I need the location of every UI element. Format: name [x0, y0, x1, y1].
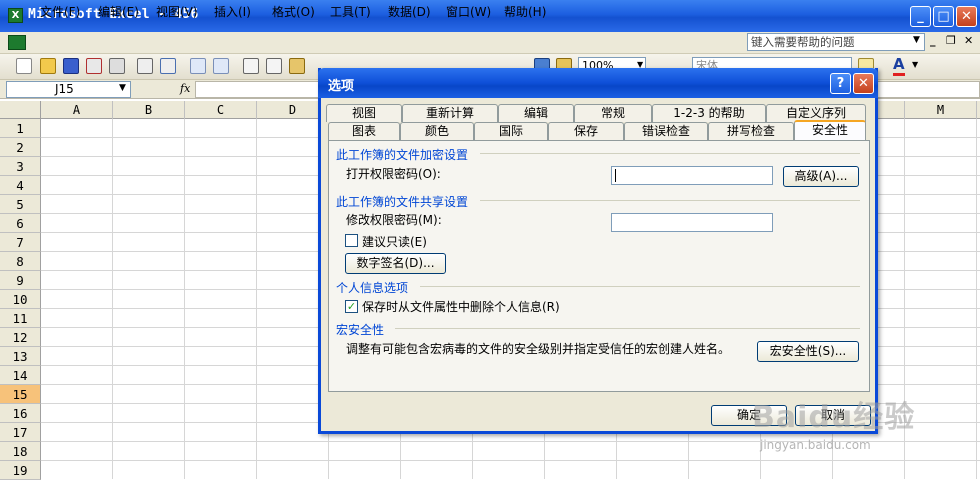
row-header-15[interactable]: 15: [0, 385, 41, 404]
tab-edit[interactable]: 编辑: [498, 104, 574, 122]
row-header-8[interactable]: 8: [0, 252, 41, 271]
row-header-5[interactable]: 5: [0, 195, 41, 214]
remove-info-label: 保存时从文件属性中删除个人信息(R): [362, 300, 560, 314]
tab-spelling[interactable]: 拼写检查: [708, 122, 794, 140]
menu-insert[interactable]: 插入(I): [214, 3, 251, 20]
dialog-title-bar: [318, 68, 878, 98]
font-color-dropdown-icon[interactable]: ▼: [912, 60, 918, 69]
section-encryption-title: 此工作簿的文件加密设置: [336, 148, 469, 162]
row-header-11[interactable]: 11: [0, 309, 41, 328]
menu-view[interactable]: 视图(V): [156, 3, 198, 20]
row-header-9[interactable]: 9: [0, 271, 41, 290]
remove-info-checkbox[interactable]: ✓: [345, 300, 358, 313]
section-divider: [420, 286, 860, 287]
column-header-a[interactable]: A: [41, 101, 113, 119]
row-header-16[interactable]: 16: [0, 404, 41, 423]
tab-security[interactable]: 安全性: [794, 120, 866, 140]
section-sharing-title: 此工作簿的文件共享设置: [336, 195, 469, 209]
tab-general[interactable]: 常规: [574, 104, 652, 122]
tab-chart[interactable]: 图表: [328, 122, 400, 140]
tab-save[interactable]: 保存: [548, 122, 624, 140]
advanced-button[interactable]: 高级(A)...: [783, 166, 859, 187]
watermark-url: jingyan.baidu.com: [760, 438, 871, 452]
row-header-7[interactable]: 7: [0, 233, 41, 252]
tab-error-checking[interactable]: 错误检查: [624, 122, 708, 140]
dialog-title: 选项: [328, 79, 355, 94]
copy-icon[interactable]: [266, 58, 282, 74]
row-header-3[interactable]: 3: [0, 157, 41, 176]
doc-restore-button[interactable]: ❐: [946, 34, 956, 47]
menu-tools[interactable]: 工具(T): [330, 3, 371, 20]
open-password-input[interactable]: [611, 166, 773, 185]
cut-icon[interactable]: [243, 58, 259, 74]
permission-icon[interactable]: [86, 58, 102, 74]
modify-password-input[interactable]: [611, 213, 773, 232]
row-header-6[interactable]: 6: [0, 214, 41, 233]
readonly-checkbox[interactable]: [345, 234, 358, 247]
dialog-help-button[interactable]: ?: [830, 73, 851, 94]
column-header-c[interactable]: C: [185, 101, 257, 119]
doc-minimize-button[interactable]: _: [930, 34, 936, 47]
row-header-17[interactable]: 17: [0, 423, 41, 442]
tab-international[interactable]: 国际: [474, 122, 548, 140]
readonly-label: 建议只读(E): [362, 235, 427, 249]
row-header-13[interactable]: 13: [0, 347, 41, 366]
menu-window[interactable]: 窗口(W): [446, 3, 491, 20]
row-header-18[interactable]: 18: [0, 442, 41, 461]
row-header-2[interactable]: 2: [0, 138, 41, 157]
section-privacy-title: 个人信息选项: [336, 281, 409, 295]
row-header-19[interactable]: 19: [0, 461, 41, 480]
print-preview-icon[interactable]: [137, 58, 153, 74]
row-header-1[interactable]: 1: [0, 119, 41, 138]
modify-password-label: 修改权限密码(M):: [346, 213, 442, 227]
row-header-14[interactable]: 14: [0, 366, 41, 385]
menu-edit[interactable]: 编辑(E): [98, 3, 139, 20]
digital-signature-button[interactable]: 数字签名(D)...: [345, 253, 446, 274]
maximize-button[interactable]: □: [933, 6, 954, 27]
select-all-corner[interactable]: [0, 101, 41, 119]
menu-data[interactable]: 数据(D): [388, 3, 431, 20]
dialog-close-button[interactable]: ✕: [853, 73, 874, 94]
section-divider: [395, 328, 860, 329]
text-cursor: [615, 169, 616, 182]
excel-app-icon[interactable]: X: [8, 8, 23, 23]
document-icon[interactable]: [8, 35, 26, 50]
open-password-label: 打开权限密码(O):: [346, 167, 441, 181]
watermark-logo: Baidu经验: [752, 400, 916, 435]
tab-color[interactable]: 颜色: [400, 122, 474, 140]
tab-calculation[interactable]: 重新计算: [402, 104, 498, 122]
macro-security-button[interactable]: 宏安全性(S)...: [757, 341, 859, 362]
insert-function-icon[interactable]: fx: [180, 82, 190, 95]
help-search-input[interactable]: 键入需要帮助的问题: [747, 33, 925, 51]
new-icon[interactable]: [16, 58, 32, 74]
section-divider: [480, 153, 860, 154]
close-button[interactable]: ✕: [956, 6, 977, 27]
row-header-10[interactable]: 10: [0, 290, 41, 309]
name-box[interactable]: J15: [6, 81, 131, 98]
open-icon[interactable]: [40, 58, 56, 74]
help-dropdown-icon[interactable]: ▼: [913, 35, 920, 45]
tab-view[interactable]: 视图: [326, 104, 402, 122]
save-icon[interactable]: [63, 58, 79, 74]
research-book-icon[interactable]: [213, 58, 229, 74]
font-color-icon[interactable]: A: [893, 55, 905, 76]
spelling-icon[interactable]: [190, 58, 206, 74]
column-header-m[interactable]: M: [905, 101, 977, 119]
research-icon[interactable]: [160, 58, 176, 74]
row-header-4[interactable]: 4: [0, 176, 41, 195]
row-header-12[interactable]: 12: [0, 328, 41, 347]
column-header-b[interactable]: B: [113, 101, 185, 119]
tab-lotus-help[interactable]: 1-2-3 的帮助: [652, 104, 766, 122]
menu-format[interactable]: 格式(O): [272, 3, 315, 20]
name-box-dropdown-icon[interactable]: ▼: [119, 83, 126, 93]
print-icon[interactable]: [109, 58, 125, 74]
menu-help[interactable]: 帮助(H): [504, 3, 546, 20]
section-divider: [480, 200, 860, 201]
menu-file[interactable]: 文件(F): [40, 3, 80, 20]
macro-description: 调整有可能包含宏病毒的文件的安全级别并指定受信任的宏创建人姓名。: [346, 342, 731, 356]
doc-close-button[interactable]: ✕: [964, 34, 973, 47]
paste-icon[interactable]: [289, 58, 305, 74]
minimize-button[interactable]: _: [910, 6, 931, 27]
section-macro-title: 宏安全性: [336, 323, 385, 337]
